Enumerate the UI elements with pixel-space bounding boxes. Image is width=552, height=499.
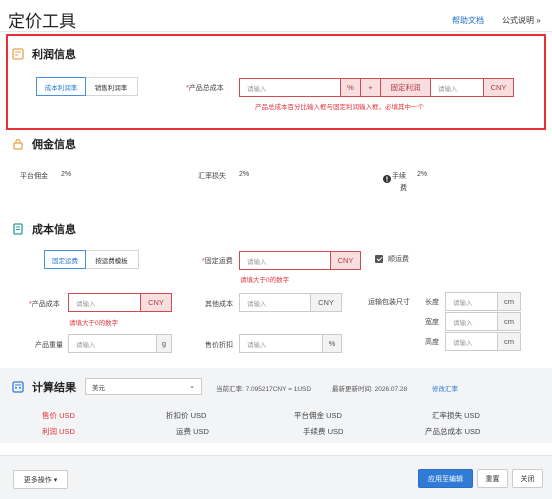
currency-select-value: 美元: [92, 384, 105, 392]
commission-section-header: 佣金信息: [12, 136, 76, 152]
calculator-icon: [12, 381, 24, 393]
include-shipping-label: 顺运费: [388, 256, 409, 263]
chevron-down-icon: ⌄: [189, 383, 195, 390]
total-cost-label: *产品总成本: [186, 85, 224, 92]
fixed-shipping-error: 请填大于0的数字: [240, 277, 290, 284]
help-link[interactable]: 帮助文档: [452, 15, 484, 26]
updated-time-text: 最新更新时间: 2026.07.28: [332, 386, 408, 393]
info-icon[interactable]: [383, 170, 391, 188]
cost-section-header: 成本信息: [12, 221, 76, 237]
length-unit: cm: [497, 292, 521, 311]
width-label: 宽度: [425, 319, 439, 326]
product-cost-currency: CNY: [140, 293, 172, 312]
weight-input[interactable]: 请输入: [68, 334, 157, 353]
profit-mode-toggle: 成本利润率 销售利润率: [36, 77, 138, 96]
exchange-rate-text: 当前汇率: 7.095217CNY = 1USD: [216, 386, 312, 393]
percent-addon: %: [340, 78, 361, 97]
result-discount-price: 折扣价 USD: [166, 411, 207, 420]
discount-input[interactable]: 请输入: [239, 334, 323, 353]
other-cost-label: 其他成本: [205, 301, 233, 308]
length-input[interactable]: 请输入: [445, 292, 498, 311]
checkbox-checked-icon: [375, 255, 383, 263]
edit-rate-link[interactable]: 修改汇率: [432, 383, 458, 393]
fixed-profit-addon: 固定利润: [380, 78, 431, 97]
fee-value: 2%: [417, 171, 428, 178]
width-unit: cm: [497, 312, 521, 331]
tab-fixed-shipping[interactable]: 固定运费: [44, 250, 86, 269]
result-platform-commission: 平台佣金 USD: [294, 411, 342, 420]
exchange-loss-value: 2%: [239, 171, 250, 178]
other-cost-input[interactable]: 请输入: [239, 293, 311, 312]
product-cost-label: *产品成本: [29, 301, 60, 308]
other-cost-currency: CNY: [310, 293, 342, 312]
profit-section-header: 利润信息: [12, 46, 76, 62]
width-input[interactable]: 请输入: [445, 312, 498, 331]
result-profit: 利润 USD: [42, 427, 75, 436]
fixed-shipping-input[interactable]: 请输入: [239, 251, 331, 270]
apply-to-edit-button[interactable]: 应用至编辑: [418, 469, 473, 488]
product-cost-input[interactable]: 请输入: [68, 293, 141, 312]
result-section-title: 计算结果: [32, 382, 76, 394]
tab-sale-margin[interactable]: 销售利润率: [85, 78, 137, 95]
result-exchange-loss: 汇率损失 USD: [432, 411, 480, 420]
result-fee: 手续费 USD: [303, 427, 344, 436]
more-actions-button[interactable]: 更多操作 ▾: [13, 470, 68, 489]
close-button[interactable]: 关闭: [512, 469, 543, 488]
profit-currency-addon: CNY: [483, 78, 514, 97]
tab-cost-margin[interactable]: 成本利润率: [36, 77, 86, 96]
lock-icon: [12, 138, 24, 150]
commission-section-title: 佣金信息: [32, 139, 76, 151]
header-divider: [0, 31, 552, 32]
profit-section-title: 利润信息: [32, 49, 76, 61]
page-title: 定价工具: [8, 12, 76, 31]
weight-unit: g: [156, 334, 172, 353]
shipping-mode-toggle: 固定运费 按运费模板: [44, 250, 139, 269]
profit-error-text: 产品总成本百分比输入框与固定利润输入框，必填其中一个: [255, 104, 424, 111]
fee-label-line1: 手续: [392, 173, 406, 180]
fee-label-line2: 费: [400, 185, 407, 192]
platform-commission-value: 2%: [61, 171, 72, 178]
result-section-header: 计算结果: [12, 379, 76, 395]
height-input[interactable]: 请输入: [445, 332, 498, 351]
formula-link[interactable]: 公式说明 »: [502, 15, 541, 26]
product-cost-error: 请填大于0的数字: [69, 320, 119, 327]
result-total-cost: 产品总成本 USD: [425, 427, 481, 436]
platform-commission-label: 平台佣金: [20, 173, 48, 180]
height-unit: cm: [497, 332, 521, 351]
reset-button[interactable]: 重置: [477, 469, 508, 488]
currency-select[interactable]: 美元 ⌄: [85, 378, 202, 395]
package-size-label: 运输包装尺寸: [368, 299, 410, 306]
tab-shipping-template[interactable]: 按运费模板: [85, 251, 138, 268]
result-shipping: 运费 USD: [176, 427, 209, 436]
discount-unit: %: [322, 334, 342, 353]
include-shipping-checkbox[interactable]: 顺运费: [375, 254, 409, 264]
weight-label: 产品重量: [35, 342, 63, 349]
length-label: 长度: [425, 299, 439, 306]
result-sale-price: 售价 USD: [42, 411, 75, 420]
exchange-loss-label: 汇率损失: [198, 173, 226, 180]
profit-calculator-icon: [12, 48, 24, 60]
plus-addon: +: [360, 78, 381, 97]
fixed-shipping-label: *固定运费: [202, 258, 233, 265]
cost-percent-input[interactable]: 请输入: [239, 78, 341, 97]
document-icon: [12, 223, 24, 235]
cost-section-title: 成本信息: [32, 224, 76, 236]
fixed-profit-input[interactable]: 请输入: [430, 78, 484, 97]
fixed-shipping-currency: CNY: [330, 251, 361, 270]
height-label: 高度: [425, 339, 439, 346]
discount-label: 售价折扣: [205, 342, 233, 349]
